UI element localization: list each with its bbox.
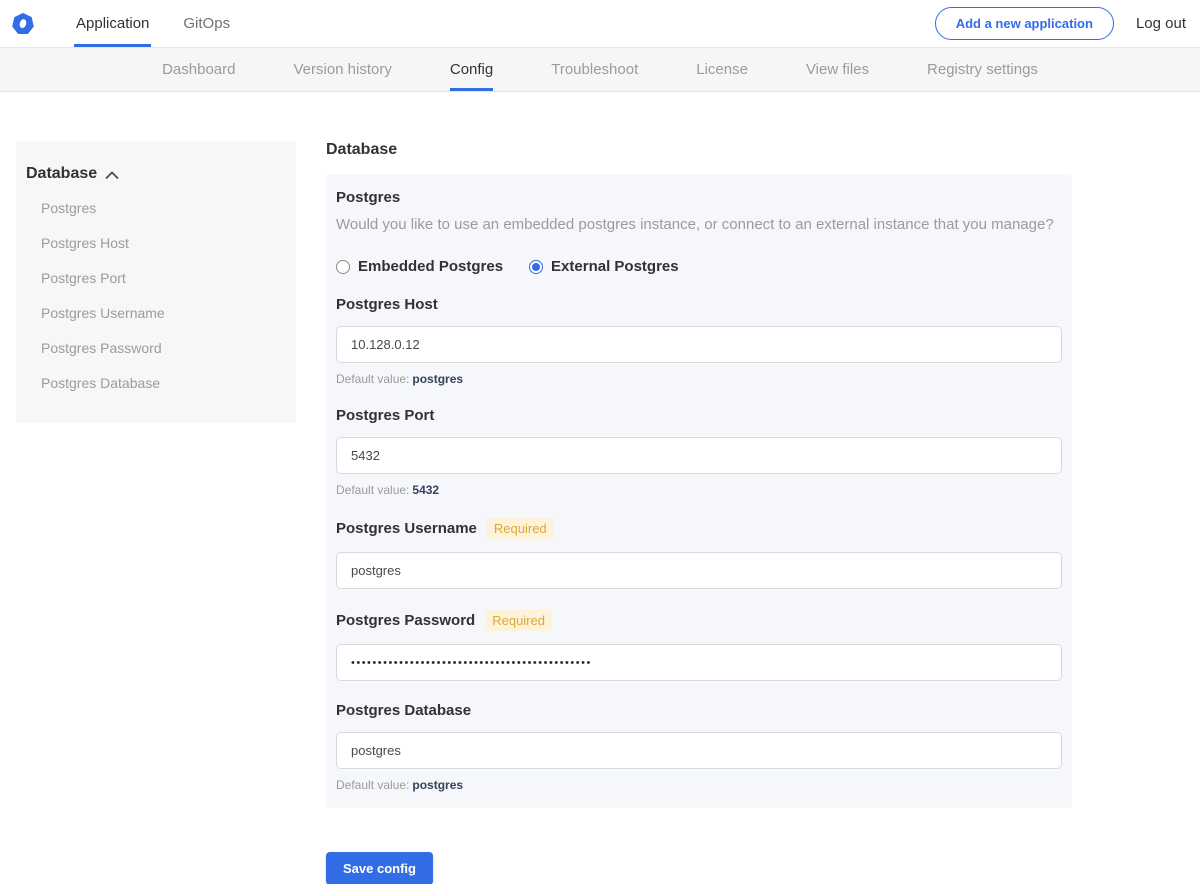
header-tabs: Application GitOps (74, 0, 232, 47)
sidebar-group-label: Database (26, 165, 98, 182)
radio-checked-icon[interactable] (529, 259, 544, 274)
postgres-username-input[interactable] (336, 552, 1062, 589)
field-label-text: Postgres Database (336, 702, 472, 719)
replicated-logo-icon (12, 12, 34, 35)
field-label-postgres-password: Postgres Password Required (336, 610, 1062, 631)
default-label: Default value: (336, 483, 410, 497)
default-label: Default value: (336, 778, 410, 792)
radio-label: External Postgres (551, 258, 679, 275)
postgres-database-input[interactable] (336, 732, 1062, 769)
subnav-item-config[interactable]: Config (449, 48, 494, 91)
postgres-host-input[interactable] (336, 326, 1062, 363)
subnav-item-license[interactable]: License (696, 48, 748, 91)
field-label-text: Postgres Host (336, 296, 438, 313)
radio-external-postgres[interactable]: External Postgres (529, 258, 679, 275)
radio-unchecked-icon[interactable] (336, 259, 350, 274)
field-label-postgres-port: Postgres Port (336, 407, 1062, 424)
default-label: Default value: (336, 372, 410, 386)
subnav-item-dashboard[interactable]: Dashboard (162, 48, 235, 91)
app-subnav: Dashboard Version history Config Trouble… (0, 48, 1200, 92)
postgres-port-input[interactable] (336, 437, 1062, 474)
postgres-radio-group: Embedded Postgres External Postgres (336, 258, 1062, 275)
panel-title: Postgres (336, 189, 401, 206)
default-value: postgres (412, 372, 464, 386)
subnav-item-view-files[interactable]: View files (806, 48, 869, 91)
app-logo[interactable] (12, 0, 34, 47)
logout-link[interactable]: Log out (1136, 15, 1186, 32)
tab-gitops[interactable]: GitOps (181, 0, 232, 47)
field-label-text: Postgres Port (336, 407, 435, 424)
save-config-button[interactable]: Save config (326, 852, 433, 884)
postgres-password-input[interactable] (336, 644, 1062, 681)
group-heading: Database (326, 141, 398, 158)
sidebar-item-postgres-port[interactable]: Postgres Port (26, 261, 280, 296)
field-label-postgres-database: Postgres Database (336, 702, 1062, 719)
tab-application[interactable]: Application (74, 0, 152, 47)
config-main: Database Postgres Would you like to use … (326, 141, 1072, 884)
sidebar-item-postgres-username[interactable]: Postgres Username (26, 296, 280, 331)
sidebar-items: Postgres Postgres Host Postgres Port Pos… (26, 191, 280, 401)
subnav-item-version-history[interactable]: Version history (293, 48, 391, 91)
chevron-up-icon (105, 171, 119, 180)
default-value: postgres (412, 778, 464, 792)
subnav-item-troubleshoot[interactable]: Troubleshoot (551, 48, 638, 91)
sidebar-group-database[interactable]: Database (26, 165, 280, 183)
required-badge: Required (485, 610, 552, 631)
top-header: Application GitOps Add a new application… (0, 0, 1200, 48)
panel-help-text: Would you like to use an embedded postgr… (336, 216, 1054, 233)
sidebar-item-postgres-password[interactable]: Postgres Password (26, 331, 280, 366)
header-right: Add a new application Log out (934, 0, 1186, 47)
required-badge: Required (486, 518, 554, 539)
field-label-text: Postgres Username (336, 520, 477, 537)
field-label-text: Postgres Password (336, 612, 476, 629)
config-sidebar: Database Postgres Postgres Host Postgres… (16, 141, 296, 423)
config-page: Database Postgres Postgres Host Postgres… (0, 92, 1200, 884)
config-group-panel: Postgres Would you like to use an embedd… (326, 174, 1072, 808)
default-value-line: Default value: postgres (336, 372, 1062, 386)
add-application-button[interactable]: Add a new application (934, 7, 1114, 40)
radio-label: Embedded Postgres (358, 258, 504, 275)
default-value-line: Default value: postgres (336, 778, 1062, 792)
sidebar-item-postgres[interactable]: Postgres (26, 191, 280, 226)
default-value-line: Default value: 5432 (336, 483, 1062, 497)
sidebar-item-postgres-database[interactable]: Postgres Database (26, 366, 280, 401)
field-label-postgres-host: Postgres Host (336, 296, 1062, 313)
field-label-postgres-username: Postgres Username Required (336, 518, 1062, 539)
radio-embedded-postgres[interactable]: Embedded Postgres (336, 258, 503, 275)
sidebar-item-postgres-host[interactable]: Postgres Host (26, 226, 280, 261)
default-value: 5432 (412, 483, 440, 497)
subnav-item-registry-settings[interactable]: Registry settings (927, 48, 1038, 91)
